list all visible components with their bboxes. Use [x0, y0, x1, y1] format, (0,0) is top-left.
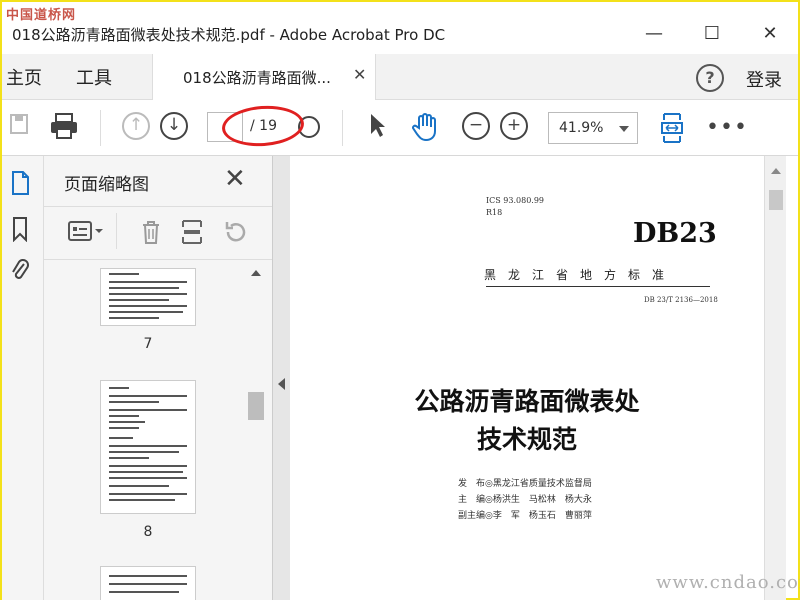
delete-icon[interactable]: [140, 219, 162, 250]
hand-tool-icon[interactable]: [410, 112, 442, 144]
scroll-thumb[interactable]: [248, 392, 264, 420]
close-icon[interactable]: ✕: [750, 20, 790, 48]
thumbnail-page-number: 7: [143, 336, 153, 352]
page-thumbnails-icon[interactable]: [8, 170, 32, 198]
toolbar-divider: [342, 110, 343, 146]
scroll-thumb[interactable]: [769, 190, 783, 210]
page-thumbnail[interactable]: [100, 380, 196, 514]
classification-code: R18: [486, 208, 503, 217]
more-options-icon[interactable]: •••: [706, 112, 747, 144]
next-page-icon[interactable]: ↓: [160, 112, 188, 140]
toolbar-divider: [100, 110, 101, 146]
zoom-out-icon[interactable]: −: [462, 112, 490, 140]
toolbar: ↑ ↓ / 19 − + 41.9% •••: [2, 100, 798, 156]
bookmark-icon[interactable]: [8, 216, 32, 244]
fit-width-icon[interactable]: [656, 112, 688, 144]
panel-close-icon[interactable]: ✕: [224, 164, 246, 194]
tab-home[interactable]: 主页: [6, 64, 42, 90]
save-icon[interactable]: [4, 112, 36, 144]
standard-code: DB23: [633, 218, 717, 249]
issuer-line: 发 布◎黑龙江省质量技术监督局: [458, 479, 592, 489]
collapse-arrow-icon: [278, 378, 285, 390]
site-watermark-bottom: www.cndao.com: [656, 572, 800, 593]
minimize-icon[interactable]: —: [634, 20, 674, 48]
document-title-line-2: 技术规范: [476, 425, 577, 454]
page-thumbnail[interactable]: [100, 566, 196, 600]
page-thumbnail[interactable]: [100, 268, 196, 326]
thumbnail-options-icon[interactable]: [68, 219, 104, 248]
extract-page-icon[interactable]: [180, 219, 204, 250]
login-button[interactable]: 登录: [746, 66, 782, 92]
maximize-icon[interactable]: ☐: [692, 20, 732, 48]
province-standard-label: 黑 龙 江 省 地 方 标 准: [484, 268, 665, 282]
vice-editor-line: 副主编◎李 军 杨玉石 曹丽萍: [458, 511, 592, 521]
tab-close-icon[interactable]: ✕: [353, 65, 366, 84]
window-title: 018公路沥青路面微表处技术规范.pdf - Adobe Acrobat Pro…: [12, 26, 446, 44]
tab-document[interactable]: 018公路沥青路面微... ✕: [152, 54, 376, 100]
thumbnail-scrollbar[interactable]: [246, 266, 266, 596]
panel-collapse-handle[interactable]: [272, 156, 290, 600]
panel-toolbar: [44, 206, 272, 260]
zoom-value: 41.9%: [559, 120, 604, 136]
chevron-down-icon: [619, 126, 629, 132]
document-viewer[interactable]: ICS 93.080.99 R18 DB23 黑 龙 江 省 地 方 标 准 D…: [290, 156, 764, 600]
header-rule: [486, 286, 710, 287]
document-page: ICS 93.080.99 R18 DB23 黑 龙 江 省 地 方 标 准 D…: [290, 156, 764, 600]
editor-line: 主 编◎杨洪生 马松林 杨大永: [458, 495, 592, 505]
document-title-line-1: 公路沥青路面微表处: [414, 387, 640, 416]
scroll-up-icon[interactable]: [771, 168, 781, 174]
scroll-up-icon[interactable]: [251, 270, 261, 276]
ics-code: ICS 93.080.99: [486, 196, 545, 205]
rotate-icon[interactable]: [222, 219, 248, 250]
thumbnail-panel: 页面缩略图 ✕ 7 8: [44, 156, 272, 600]
document-scrollbar[interactable]: [764, 156, 786, 600]
previous-page-icon[interactable]: ↑: [122, 112, 150, 140]
site-watermark: 中国道桥网: [6, 8, 77, 23]
tab-tools[interactable]: 工具: [76, 64, 112, 90]
tab-bar: 主页 工具 018公路沥青路面微... ✕ ? 登录: [2, 54, 798, 100]
select-cursor-icon[interactable]: [362, 112, 394, 144]
panel-title: 页面缩略图: [64, 175, 149, 195]
title-bar: 中国道桥网 018公路沥青路面微表处技术规范.pdf - Adobe Acrob…: [2, 2, 798, 54]
help-icon[interactable]: ?: [696, 64, 724, 92]
standard-number: DB 23/T 2136—2018: [644, 296, 718, 304]
panel-divider: [116, 213, 117, 249]
thumbnail-page-number: 8: [143, 524, 153, 540]
tab-document-label: 018公路沥青路面微...: [183, 69, 331, 87]
navigation-strip: [2, 156, 44, 600]
zoom-select[interactable]: 41.9%: [548, 112, 638, 144]
print-icon[interactable]: [48, 112, 80, 144]
zoom-in-icon[interactable]: +: [500, 112, 528, 140]
attachment-icon[interactable]: [8, 256, 32, 284]
